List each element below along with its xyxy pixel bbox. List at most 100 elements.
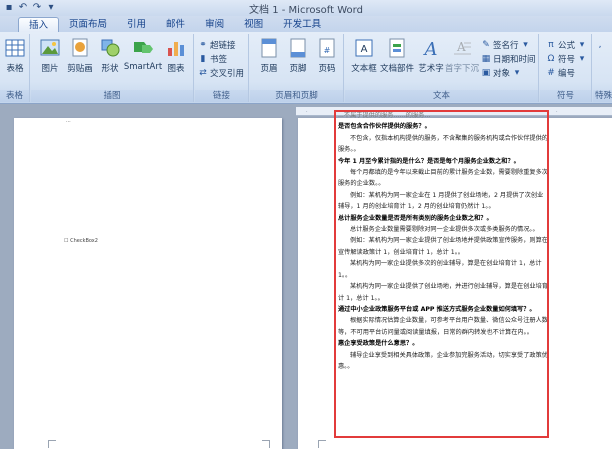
group-label-special: 特殊 [593, 90, 612, 102]
group-label-header-footer: 页眉和页脚 [250, 90, 343, 102]
object-button[interactable]: ▣ 对象 ▾ [481, 66, 522, 79]
group-special: , 特殊 [593, 34, 612, 102]
group-label-illustrations: 插图 [31, 90, 193, 102]
tab-insert[interactable]: 插入 [18, 17, 60, 32]
word-window: ▪ ↶ ↷ ▾ 文档 1 - Microsoft Word 插入 页面布局 引用… [0, 0, 612, 449]
calendar-icon: ▦ [481, 53, 491, 64]
checkbox-icon: ☐ [64, 238, 69, 244]
tab-mailings[interactable]: 邮件 [156, 17, 195, 32]
paragraph: 根据实际情况估算企业数量，可参考平台用户数量、微信公众号注册人数等，不可用平台访… [338, 317, 548, 336]
textbox-icon: A [355, 39, 373, 57]
signature-line-button[interactable]: ✎ 签名行 ▾ [481, 38, 531, 51]
ruler-tick: · [556, 109, 558, 115]
paragraph: ...不属于提供的服务……的服务… [338, 112, 431, 119]
signature-line-icon: ✎ [482, 39, 490, 50]
chevron-down-icon: ▾ [579, 53, 585, 64]
group-illustrations: 图片 剪贴画 形状 SmartArt 图表 插图 [31, 34, 194, 102]
save-icon[interactable]: ▪ [3, 2, 15, 14]
ruler-tick: · [306, 109, 308, 115]
omega-icon: Ω [547, 53, 555, 64]
checkbox-label: CheckBox2 [70, 238, 98, 244]
svg-text:#: # [324, 46, 331, 55]
paragraph-heading: 是否包含合作伙伴提供的服务？。 [338, 123, 431, 131]
margin-corner-mark [262, 440, 270, 448]
hash-icon: # [547, 67, 555, 78]
quick-parts-icon [389, 38, 405, 58]
symbol-button[interactable]: Ω 符号 ▾ [546, 52, 587, 65]
cross-reference-icon: ⇄ [199, 67, 207, 78]
paragraph-heading: 总计服务企业数量是否是所有类别的服务企业数之和？。 [338, 214, 493, 222]
document-body[interactable]: ...不属于提供的服务……的服务… 是否包含合作伙伴提供的服务？。 不包含，仅指… [338, 110, 548, 440]
ribbon: 表格 表格 图片 剪贴画 形状 SmartArt 图表 插图 ⚭ 超链接 ▮ 书… [0, 32, 612, 104]
group-label-table: 表格 [0, 90, 29, 102]
page-top-fragment: ... [66, 118, 71, 124]
paragraph-heading: 惠企享受政策是什么意思？。 [338, 340, 419, 348]
svg-text:A: A [423, 39, 438, 60]
smartart-button[interactable]: SmartArt [123, 36, 163, 72]
bookmark-icon: ▮ [200, 53, 206, 64]
header-icon [261, 38, 277, 58]
customize-icon[interactable]: ▾ [45, 2, 57, 14]
redo-icon[interactable]: ↷ [31, 2, 43, 14]
wordart-icon: A [423, 39, 438, 60]
group-label-links: 链接 [195, 90, 248, 102]
svg-text:A: A [361, 44, 368, 55]
clipart-button[interactable]: 剪贴画 [63, 36, 97, 74]
undo-icon[interactable]: ↶ [17, 2, 29, 14]
table-button[interactable]: 表格 [0, 36, 32, 74]
checkbox-control[interactable]: ☐ CheckBox2 [64, 238, 98, 244]
drop-cap-button[interactable]: A 首字下沉 [444, 36, 480, 74]
tab-view[interactable]: 视图 [234, 17, 273, 32]
chevron-down-icon: ▾ [514, 67, 520, 78]
paragraph: 某机构为同一家企业提供了创业场地，并进行创业辅导，算是在创业培育计 1，总计 1… [338, 283, 548, 302]
tab-references[interactable]: 引用 [117, 17, 156, 32]
paragraph-heading: 通过中小企业政策服务平台或 APP 推送方式服务企业数量如何填写？。 [338, 305, 536, 313]
quick-access-toolbar: ▪ ↶ ↷ ▾ [0, 2, 57, 14]
picture-button[interactable]: 图片 [33, 36, 67, 74]
paragraph: 例如：某机构为同一家企业提供了创业场地并提供政策宣传服务，则算在宣传解读政策计 … [338, 237, 548, 256]
chevron-down-icon: ▾ [523, 39, 528, 50]
group-label-text: 文本 [345, 90, 538, 102]
paragraph: 总计服务企业数量需要剔除对同一企业提供多次或多类服务的情况。。 [350, 226, 539, 234]
ribbon-tabs: 插入 页面布局 引用 邮件 审阅 视图 开发工具 [0, 16, 612, 32]
paragraph: 不包含，仅指本机构提供的服务，不含聚集的服务机构或合作伙伴提供的服务。。 [338, 134, 548, 154]
pi-icon: π [548, 39, 554, 50]
group-symbols: π 公式 ▾ Ω 符号 ▾ # 编号 符号 [540, 34, 592, 102]
paragraph-heading: 今年 1 月至今累计指的是什么？是否是每个月服务企业数之和？。 [338, 157, 520, 165]
chevron-down-icon: ▾ [579, 39, 585, 50]
paragraph: 辅导企业享受到相关具体政策，企业参加完服务活动，切实享受了政策优惠。。 [338, 351, 548, 370]
hyperlink-icon: ⚭ [199, 39, 207, 50]
textbox-button[interactable]: A 文本框 [347, 36, 381, 74]
shapes-button[interactable]: 形状 [93, 36, 127, 74]
chart-button[interactable]: 图表 [159, 36, 193, 74]
clipart-icon [72, 38, 88, 57]
group-label-symbols: 符号 [540, 90, 591, 102]
date-time-button[interactable]: ▦ 日期和时间 [481, 52, 536, 65]
bookmark-button[interactable]: ▮ 书签 [198, 52, 228, 65]
picture-icon [40, 39, 60, 56]
paragraph: 某机构为同一家企业提供多次的创业辅导，算是在创业培育计 1，总计 1。。 [338, 260, 542, 279]
title-bar: ▪ ↶ ↷ ▾ 文档 1 - Microsoft Word [0, 0, 612, 16]
cross-reference-button[interactable]: ⇄ 交叉引用 [198, 66, 244, 79]
shapes-icon [101, 39, 120, 57]
page-number-button[interactable]: # 页码 [310, 36, 344, 74]
equation-button[interactable]: π 公式 ▾ [546, 38, 587, 51]
footer-icon [290, 38, 306, 58]
wordart-button[interactable]: A 艺术字 [414, 36, 448, 74]
hyperlink-button[interactable]: ⚭ 超链接 [198, 38, 235, 51]
tab-page-layout[interactable]: 页面布局 [59, 17, 117, 32]
special-symbol-button[interactable]: , [595, 38, 605, 51]
paragraph: 例如：某机构为同一家企业在 1 月提供了创业场地，2 月提供了次创业辅导，1 月… [338, 191, 544, 211]
object-icon: ▣ [481, 67, 491, 78]
margin-corner-mark [48, 440, 56, 448]
window-title: 文档 1 - Microsoft Word [249, 5, 363, 16]
document-page-left[interactable]: ... ☐ CheckBox2 [14, 118, 282, 449]
tab-review[interactable]: 审阅 [195, 17, 234, 32]
tab-developer[interactable]: 开发工具 [273, 17, 331, 32]
comma-icon: , [598, 39, 602, 50]
margin-corner-mark [318, 440, 326, 448]
numbering-button[interactable]: # 编号 [546, 66, 575, 79]
quick-parts-button[interactable]: 文档部件 [378, 36, 416, 74]
group-header-footer: 页眉 页脚 # 页码 页眉和页脚 [250, 34, 344, 102]
paragraph: 每个月都填的是今年以来截止目前的累计服务企业数，需要剔除重复多次服务的企业数。。 [338, 169, 548, 188]
